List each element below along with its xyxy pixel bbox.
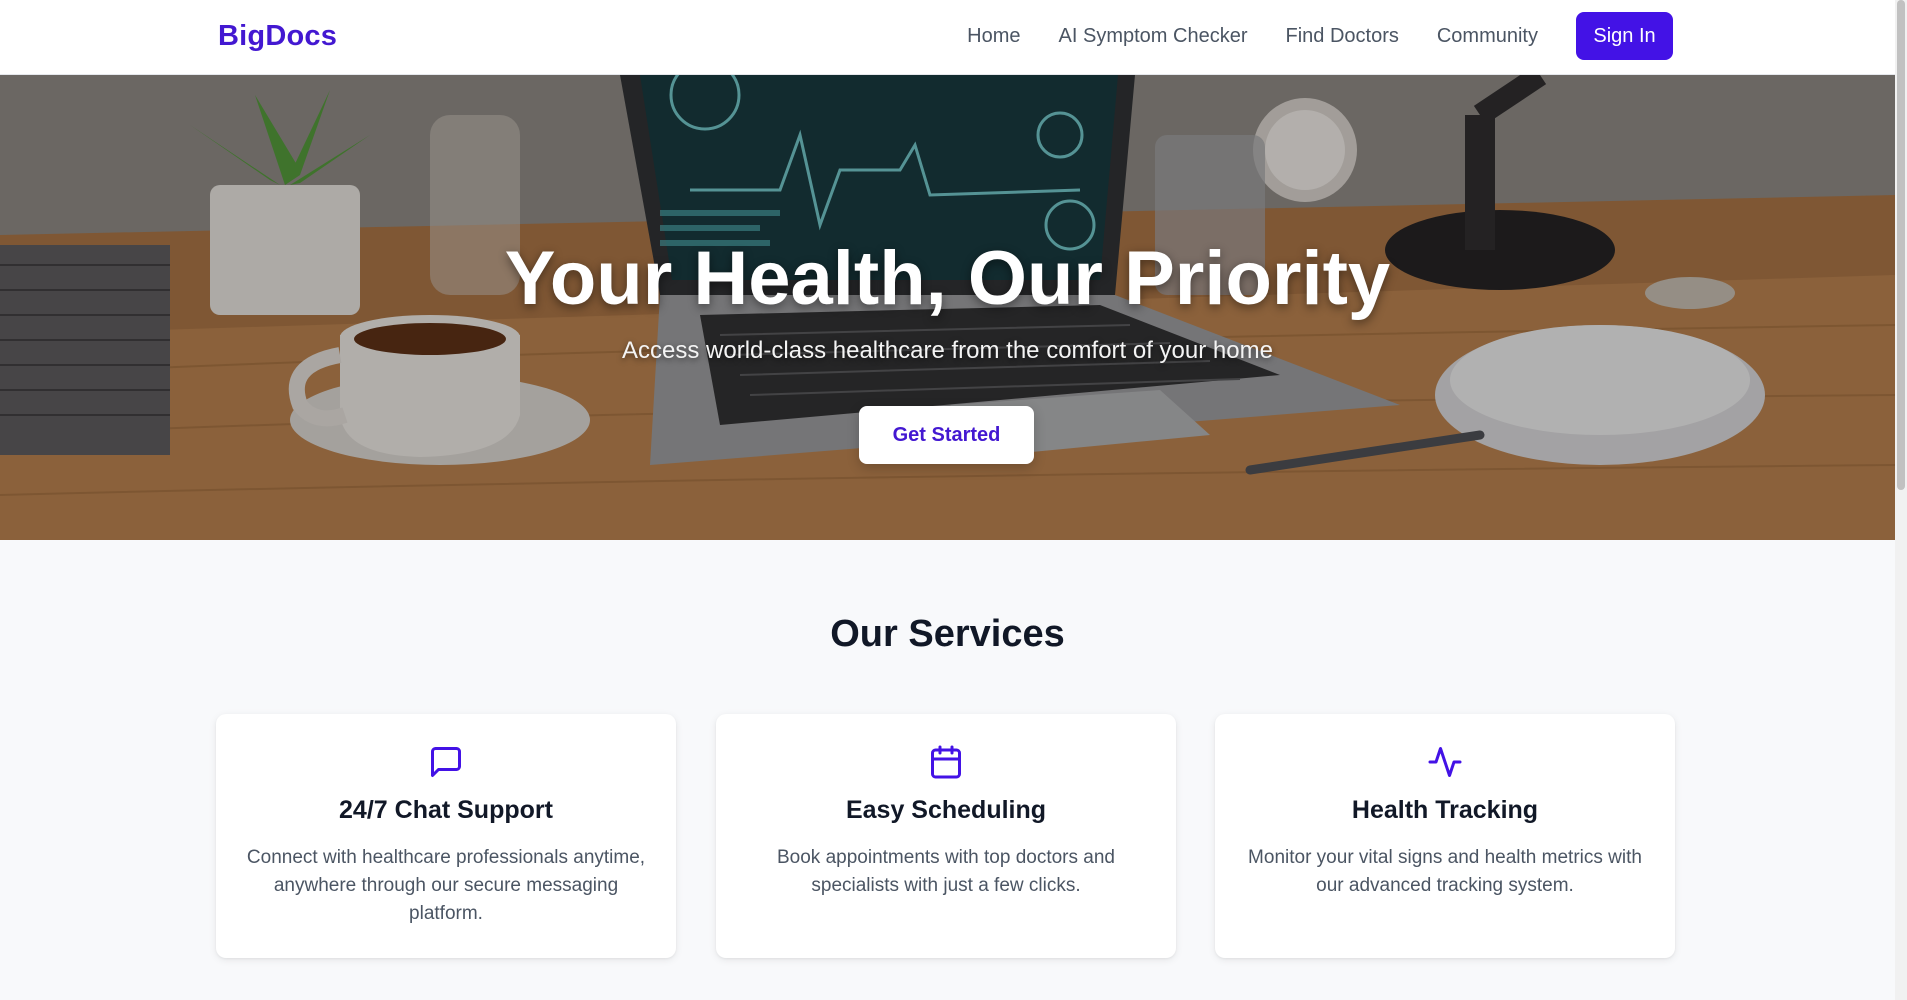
top-navbar: BigDocs Home AI Symptom Checker Find Doc… bbox=[0, 0, 1895, 75]
page-scrollbar[interactable] bbox=[1895, 0, 1907, 1000]
calendar-icon bbox=[931, 745, 961, 779]
services-section: Our Services 24/7 Chat Support Connect w… bbox=[0, 540, 1895, 1000]
brand-logo[interactable]: BigDocs bbox=[218, 20, 337, 53]
service-card-title: Easy Scheduling bbox=[845, 796, 1047, 824]
message-square-icon bbox=[431, 747, 461, 777]
hero-section: Your Health, Our Priority Access world-c… bbox=[0, 75, 1895, 540]
service-card-chat-support[interactable]: 24/7 Chat Support Connect with healthcar… bbox=[216, 714, 676, 958]
nav-link-ai-symptom-checker[interactable]: AI Symptom Checker bbox=[1059, 12, 1248, 60]
activity-icon bbox=[1428, 747, 1462, 777]
page: BigDocs Home AI Symptom Checker Find Doc… bbox=[0, 0, 1907, 1000]
service-card-health-tracking[interactable]: Health Tracking Monitor your vital signs… bbox=[1215, 714, 1675, 958]
nav-link-home[interactable]: Home bbox=[967, 12, 1020, 60]
service-card-description: Book appointments with top doctors and s… bbox=[777, 847, 1115, 896]
service-card-description: Monitor your vital signs and health metr… bbox=[1248, 847, 1642, 896]
service-card-title: 24/7 Chat Support bbox=[339, 796, 553, 824]
get-started-button[interactable]: Get Started bbox=[859, 406, 1034, 464]
sign-in-button[interactable]: Sign In bbox=[1576, 12, 1673, 60]
hero-title: Your Health, Our Priority bbox=[504, 236, 1391, 321]
service-card-title: Health Tracking bbox=[1351, 796, 1539, 824]
service-card-scheduling[interactable]: Easy Scheduling Book appointments with t… bbox=[716, 714, 1176, 958]
hero-subtitle: Access world-class healthcare from the c… bbox=[622, 337, 1273, 364]
nav-link-find-doctors[interactable]: Find Doctors bbox=[1285, 12, 1398, 60]
nav-links: Home AI Symptom Checker Find Doctors Com… bbox=[967, 12, 1673, 60]
services-title: Our Services bbox=[830, 613, 1065, 655]
scrollbar-thumb[interactable] bbox=[1897, 0, 1905, 490]
nav-link-community[interactable]: Community bbox=[1437, 12, 1538, 60]
service-card-description: Connect with healthcare professionals an… bbox=[246, 847, 646, 924]
